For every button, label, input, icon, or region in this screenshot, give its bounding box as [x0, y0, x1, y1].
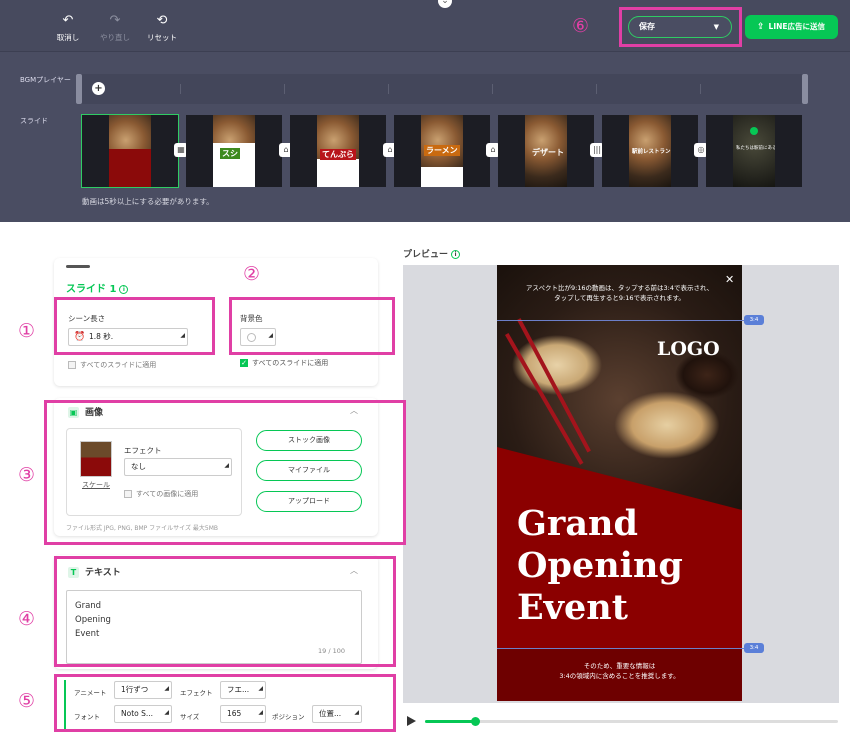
thumb-dark-area [394, 115, 421, 187]
thumb-dark-area [498, 115, 525, 187]
line-logo-icon [750, 127, 758, 135]
checkbox-box [68, 361, 76, 369]
bgm-row-label: BGMプレイヤー [20, 76, 71, 84]
progress-bar[interactable] [425, 717, 838, 726]
ratio-tag-bottom: 3:4 [744, 643, 764, 653]
apply-all-bg-checkbox[interactable]: ✓ すべてのスライドに適用 [240, 358, 328, 368]
redo-icon: ↷ [109, 13, 121, 28]
guide-line-top [497, 320, 747, 321]
thumb-dark-area [186, 115, 213, 187]
annotation-number-6: ⑥ [572, 15, 590, 37]
annotation-number-5: ⑤ [18, 690, 36, 712]
thumb-white-panel [317, 159, 359, 187]
ratio-tag-top: 3:4 [744, 315, 764, 325]
slide-title: スライド 1i [66, 280, 129, 295]
bgm-track-end-handle[interactable] [802, 74, 808, 104]
slide-thumbnail-7[interactable]: 私たちは駅前にある！ [706, 115, 802, 187]
checkbox-checked: ✓ [240, 359, 248, 367]
plus-icon[interactable]: + [92, 82, 105, 95]
thumb-dark-area [290, 115, 317, 187]
reset-button[interactable]: ⟲ リセット [142, 13, 182, 43]
thumb-red-panel [109, 149, 151, 187]
food-image [733, 115, 775, 187]
info-icon[interactable]: i [451, 250, 461, 259]
redo-button[interactable]: ↷ やり直し [95, 13, 135, 43]
headline: Grand Opening Event [517, 503, 683, 628]
thumb-dark-area [82, 115, 109, 187]
timeline-tick [492, 84, 493, 94]
timeline-tick [180, 84, 181, 94]
annotation-number-2: ② [243, 263, 261, 285]
undo-button[interactable]: ↶ 取消し [48, 13, 88, 43]
annotation-box-5 [54, 674, 396, 732]
send-to-line-ads-button[interactable]: ⇪ LINE広告に送信 [745, 15, 838, 39]
thumb-label: 駅前レストラン [632, 149, 671, 155]
bgm-track[interactable]: + [76, 74, 808, 104]
slide-row-label: スライド [20, 117, 48, 125]
slide-thumbnail-3[interactable]: てんぷら [290, 115, 386, 187]
timeline-tick [596, 84, 597, 94]
timeline-tick [284, 84, 285, 94]
annotation-box-4 [54, 556, 396, 667]
thumb-label: てんぷら [320, 149, 356, 160]
guide-line-bottom [497, 648, 747, 649]
thumb-dark-area [255, 115, 282, 187]
reset-icon: ⟲ [156, 13, 168, 28]
drag-handle[interactable] [66, 265, 90, 268]
apply-all-slides-checkbox[interactable]: すべてのスライドに適用 [68, 360, 156, 370]
info-icon[interactable]: i [119, 284, 129, 294]
thumb-dark-area [706, 115, 733, 187]
undo-icon: ↶ [62, 13, 74, 28]
annotation-box-3 [44, 400, 406, 545]
thumb-dark-area [359, 115, 386, 187]
thumb-dark-area [602, 115, 629, 187]
slide-thumbnail-5[interactable]: デザート [498, 115, 594, 187]
safe-area-note: そのため、重要な情報は 3:4の領域内に含めることを推奨します。 [559, 662, 680, 680]
slide-thumbnail-6[interactable]: 駅前レストラン [602, 115, 698, 187]
slide-thumbnail-4[interactable]: ラーメン [394, 115, 490, 187]
duration-warning: 動画は5秒以上にする必要があります。 [82, 197, 214, 206]
annotation-box-1 [54, 297, 215, 355]
thumb-label: スシ [220, 148, 240, 159]
share-icon: ⇪ [757, 22, 765, 32]
progress-fill [425, 720, 475, 723]
annotation-number-4: ④ [18, 608, 36, 630]
progress-knob[interactable] [470, 717, 480, 726]
aspect-ratio-note: アスペクト比が9:16の動画は、タップする前は3:4で表示され、 タップして再生… [525, 284, 714, 302]
chevron-down-icon[interactable]: ⌄ [438, 0, 452, 8]
thumb-label: ラーメン [424, 145, 460, 156]
close-icon[interactable]: ✕ [725, 273, 734, 286]
slide-thumbnail-1[interactable] [81, 114, 179, 188]
preview-label: プレビュー i [403, 247, 461, 260]
annotation-box-2 [229, 297, 395, 355]
bgm-track-start-handle[interactable] [76, 74, 82, 104]
annotation-box-6 [619, 7, 742, 47]
slide-thumbnail-2[interactable]: スシ [186, 115, 282, 187]
logo-text: LOGO [657, 338, 720, 360]
play-icon[interactable] [407, 716, 416, 726]
thumb-white-panel [421, 167, 463, 187]
preview-phone: アスペクト比が9:16の動画は、タップする前は3:4で表示され、 タップして再生… [497, 265, 742, 701]
annotation-number-1: ① [18, 320, 36, 342]
thumb-label: デザート [532, 148, 564, 157]
annotation-number-3: ③ [18, 464, 36, 486]
timeline-tick [700, 84, 701, 94]
thumb-dark-area [775, 115, 802, 187]
timeline-tick [388, 84, 389, 94]
